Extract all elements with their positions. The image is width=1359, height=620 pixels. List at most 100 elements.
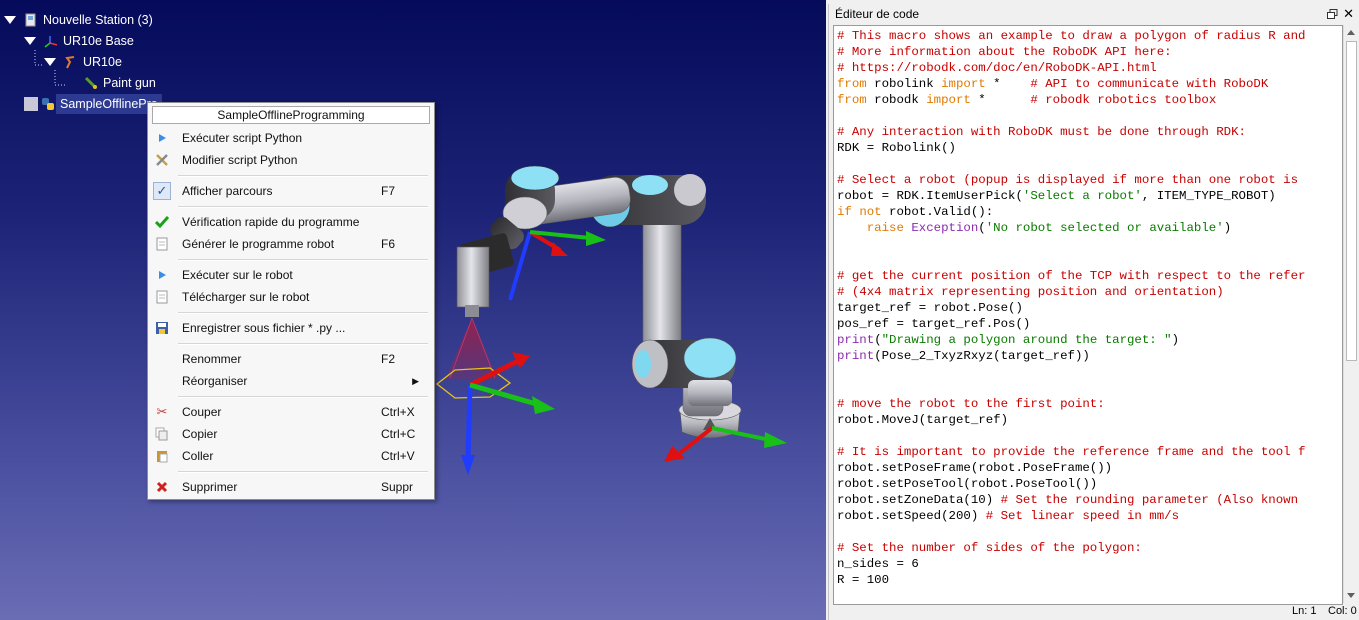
code-line: pos_ref = target_ref.Pos() [837,317,1031,331]
code-text-area[interactable]: # This macro shows an example to draw a … [833,25,1343,605]
code-content: # This macro shows an example to draw a … [837,28,1305,588]
tree-label-tool: Paint gun [103,76,156,90]
code-line: # move the robot to the first point: [837,397,1105,411]
play-icon [154,130,170,146]
code-line: robot.MoveJ(target_ref) [837,413,1009,427]
menu-item-rename[interactable]: Renommer F2 [151,348,429,370]
code-line: robot.setSpeed(200) # Set linear speed i… [837,509,1180,523]
menu-item-show-path[interactable]: ✓ Afficher parcours F7 [151,180,429,202]
menu-separator [178,312,428,314]
submenu-arrow-icon: ▶ [412,376,419,386]
close-icon[interactable]: ✕ [1343,4,1354,24]
code-line: robot = RDK.ItemUserPick('Select a robot… [837,189,1276,203]
menu-item-run-python[interactable]: Exécuter script Python [151,127,429,149]
tree-label-base: UR10e Base [63,34,134,48]
context-menu-title: SampleOfflineProgramming [152,106,430,124]
code-line: R = 100 [837,573,890,587]
code-line: n_sides = 6 [837,557,919,571]
green-check-icon [154,214,170,230]
3d-viewport[interactable]: Nouvelle Station (3) UR10e Base UR10e Pa… [0,0,826,620]
tree-label-robot: UR10e [83,55,122,69]
code-line: robot.setPoseFrame(robot.PoseFrame()) [837,461,1113,475]
code-line: print("Drawing a polygon around the targ… [837,333,1180,347]
scissors-icon: ✂ [156,404,168,419]
menu-item-edit-python[interactable]: Modifier script Python [151,149,429,171]
menu-separator [178,259,428,261]
menu-separator [178,343,428,345]
code-line: # Set the number of sides of the polygon… [837,541,1142,555]
menu-item-quick-check[interactable]: Vérification rapide du programme [151,211,429,233]
menu-item-cut[interactable]: ✂ Couper Ctrl+X [151,401,429,423]
context-menu: SampleOfflineProgramming Exécuter script… [147,102,435,500]
code-line: if not robot.Valid(): [837,205,994,219]
code-editor-title: Éditeur de code [835,7,920,21]
code-line: raise Exception('No robot selected or av… [866,221,1232,235]
document-icon [154,289,170,305]
status-column-number: Col: 0 [1328,605,1357,617]
code-line: RDK = Robolink() [837,141,956,155]
tree-label-station: Nouvelle Station (3) [43,13,153,27]
code-line: # More information about the RoboDK API … [837,45,1172,59]
code-line: # Select a robot (popup is displayed if … [837,173,1299,187]
expand-arrow-icon[interactable] [44,58,56,66]
code-line: print(Pose_2_TxyzRxyz(target_ref)) [837,349,1090,363]
scroll-down-arrow-icon[interactable] [1347,593,1355,598]
tree-item-station[interactable]: Nouvelle Station (3) [4,10,153,30]
check-icon: ✓ [153,182,171,200]
scrollbar-thumb[interactable] [1346,41,1357,361]
code-line: from robolink import * # API to communic… [837,77,1269,91]
menu-item-delete[interactable]: Supprimer Suppr [151,476,429,498]
code-editor-panel: Éditeur de code ✕ # This macro shows an … [828,4,1359,620]
code-line: # (4x4 matrix representing position and … [837,285,1224,299]
menu-item-reorganize[interactable]: Réorganiser ▶ [151,370,429,392]
frame-icon [44,34,58,48]
code-line: robot.setPoseTool(robot.PoseTool()) [837,477,1098,491]
menu-separator [178,175,428,177]
station-icon [24,13,38,27]
tree-item-program[interactable]: SampleOfflinePro [24,94,162,114]
paint-gun-icon [84,76,98,90]
menu-item-upload-to-robot[interactable]: Télécharger sur le robot [151,286,429,308]
editor-status-bar: Ln: 1 Col: 0 [829,603,1359,620]
tree-label-program: SampleOfflinePro [56,94,162,114]
save-icon [154,320,170,336]
paint-gun [445,233,514,380]
vertical-scrollbar[interactable] [1343,25,1359,603]
code-line: # This macro shows an example to draw a … [837,29,1306,43]
menu-item-paste[interactable]: Coller Ctrl+V [151,445,429,467]
tree-item-base[interactable]: UR10e Base [24,31,134,51]
scroll-up-arrow-icon[interactable] [1347,30,1355,35]
expand-arrow-icon[interactable] [4,16,16,24]
menu-item-copy[interactable]: Copier Ctrl+C [151,423,429,445]
undock-icon[interactable] [1327,7,1338,19]
robot-arm-icon [64,55,78,69]
tree-item-robot[interactable]: UR10e [44,52,122,72]
edit-tools-icon [154,152,170,168]
tree-item-tool[interactable]: Paint gun [84,73,156,93]
menu-separator [178,396,428,398]
code-line: # get the current position of the TCP wi… [837,269,1306,283]
blank-square-icon [24,97,38,111]
status-line-number: Ln: 1 [1292,605,1317,617]
menu-separator [178,206,428,208]
code-line: # https://robodk.com/doc/en/RoboDK-API.h… [837,61,1157,75]
code-line: robot.setZoneData(10) # Set the rounding… [837,493,1299,507]
menu-item-save-as-py[interactable]: Enregistrer sous fichier * .py ... [151,317,429,339]
python-icon [41,97,55,111]
menu-item-run-on-robot[interactable]: Exécuter sur le robot [151,264,429,286]
code-line: # Any interaction with RoboDK must be do… [837,125,1246,139]
code-line: # It is important to provide the referen… [837,445,1306,459]
paste-icon [154,448,170,464]
delete-icon [154,479,170,495]
menu-item-generate-program[interactable]: Générer le programme robot F6 [151,233,429,255]
document-icon [154,236,170,252]
code-line: from robodk import * # robodk robotics t… [837,93,1217,107]
expand-arrow-icon[interactable] [24,37,36,45]
